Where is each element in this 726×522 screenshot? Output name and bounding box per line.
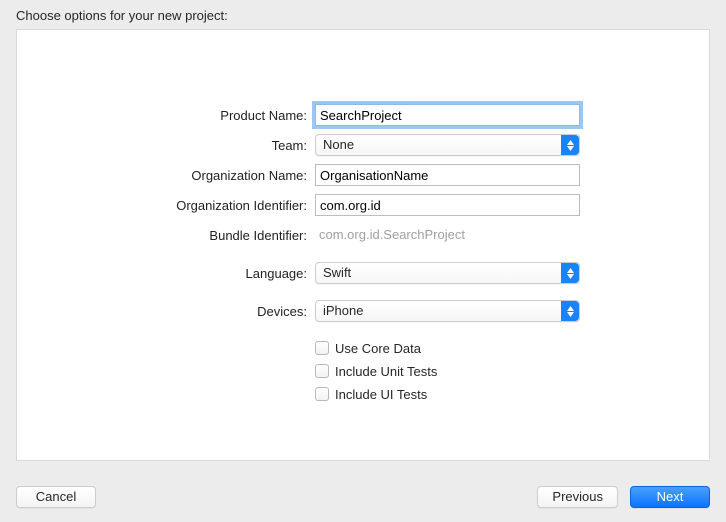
- ui-tests-label: Include UI Tests: [335, 387, 427, 402]
- page-title: Choose options for your new project:: [0, 0, 726, 29]
- checkbox-icon: [315, 364, 329, 378]
- previous-button[interactable]: Previous: [537, 486, 618, 508]
- org-name-input[interactable]: [315, 164, 580, 186]
- team-label: Team:: [17, 138, 315, 153]
- chevron-up-down-icon: [561, 301, 579, 321]
- org-id-input[interactable]: [315, 194, 580, 216]
- chevron-up-down-icon: [561, 135, 579, 155]
- options-panel: Product Name: Team: None Organization Na…: [16, 29, 710, 461]
- team-select-value: None: [323, 137, 354, 152]
- devices-label: Devices:: [17, 304, 315, 319]
- devices-select-value: iPhone: [323, 303, 363, 318]
- team-select[interactable]: None: [315, 134, 580, 156]
- product-name-input[interactable]: [315, 104, 580, 126]
- bundle-id-label: Bundle Identifier:: [17, 228, 315, 243]
- unit-tests-label: Include Unit Tests: [335, 364, 437, 379]
- footer-bar: Cancel Previous Next: [16, 486, 710, 508]
- unit-tests-checkbox-row[interactable]: Include Unit Tests: [315, 361, 580, 381]
- next-button[interactable]: Next: [630, 486, 710, 508]
- product-name-label: Product Name:: [17, 108, 315, 123]
- language-select[interactable]: Swift: [315, 262, 580, 284]
- chevron-up-down-icon: [561, 263, 579, 283]
- core-data-checkbox-row[interactable]: Use Core Data: [315, 338, 580, 358]
- cancel-button[interactable]: Cancel: [16, 486, 96, 508]
- checkbox-icon: [315, 341, 329, 355]
- devices-select[interactable]: iPhone: [315, 300, 580, 322]
- core-data-label: Use Core Data: [335, 341, 421, 356]
- language-label: Language:: [17, 266, 315, 281]
- org-name-label: Organization Name:: [17, 168, 315, 183]
- checkbox-icon: [315, 387, 329, 401]
- bundle-id-value: com.org.id.SearchProject: [315, 224, 580, 246]
- org-id-label: Organization Identifier:: [17, 198, 315, 213]
- language-select-value: Swift: [323, 265, 351, 280]
- ui-tests-checkbox-row[interactable]: Include UI Tests: [315, 384, 580, 404]
